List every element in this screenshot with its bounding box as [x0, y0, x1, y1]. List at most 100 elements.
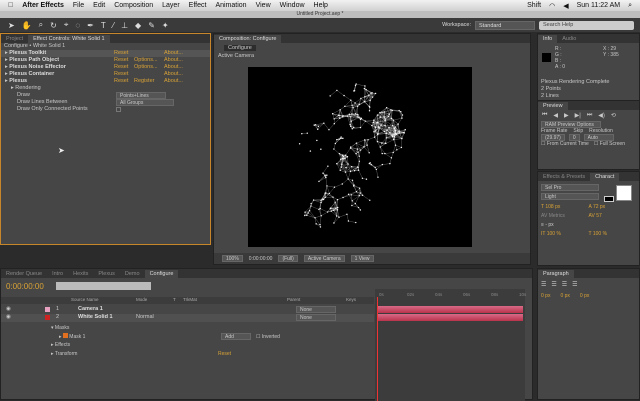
kerning-field[interactable]: AV Metrics — [541, 213, 589, 219]
tab-audio[interactable]: Audio — [557, 35, 581, 43]
comp-configure-tab[interactable]: Configure — [224, 45, 256, 51]
align-center-icon[interactable]: ☰ — [551, 281, 556, 288]
tab-info[interactable]: Info — [538, 35, 557, 43]
play-icon[interactable]: ▶ — [564, 112, 569, 119]
tab-preview[interactable]: Preview — [538, 102, 568, 110]
connected-points-checkbox[interactable] — [116, 107, 121, 112]
visibility-icon[interactable]: ◉ — [6, 306, 11, 313]
effect-reset[interactable]: Reset — [114, 64, 128, 71]
effect-row[interactable]: ▸ Plexus Container Reset About... — [1, 71, 210, 78]
last-frame-icon[interactable]: ⏭ — [587, 112, 592, 119]
indent-left-field[interactable]: 0 px — [541, 293, 550, 299]
parent-select[interactable]: None — [296, 306, 336, 313]
timeline-tab[interactable]: Plexus — [93, 270, 120, 278]
effect-reset[interactable]: Reset — [114, 71, 128, 78]
selection-tool-icon[interactable]: ➤ — [8, 21, 15, 30]
stroke-width-field[interactable]: ≡ - px — [541, 222, 589, 228]
audio-icon[interactable]: ◀) — [598, 112, 605, 119]
leading-field[interactable]: A 72 px — [589, 204, 637, 210]
vertical-scale-field[interactable]: IT 100 % — [541, 231, 589, 237]
volume-icon[interactable]: ◀ — [563, 2, 568, 10]
timeline-tab[interactable]: Configure — [145, 270, 179, 278]
indent-right-field[interactable]: 0 px — [580, 293, 589, 299]
timeline-tab[interactable]: Render Queue — [1, 270, 47, 278]
rotate-tool-icon[interactable]: ↻ — [50, 21, 57, 30]
layer-bar-camera[interactable] — [377, 306, 523, 313]
menu-composition[interactable]: Composition — [114, 2, 153, 9]
menu-view[interactable]: View — [256, 2, 271, 9]
ram-preview-select[interactable]: RAM Preview Options — [541, 121, 601, 128]
font-family-select[interactable]: Sel Pro — [541, 184, 599, 191]
menu-layer[interactable]: Layer — [162, 2, 180, 9]
pen-tool-icon[interactable]: ✒ — [87, 21, 94, 30]
search-help-input[interactable]: Search Help — [539, 21, 634, 30]
roto-tool-icon[interactable]: ✎ — [148, 21, 155, 30]
tracking-field[interactable]: AV 57 — [589, 213, 637, 219]
zoom-tool-icon[interactable]: ⌕ — [39, 20, 43, 30]
menu-window[interactable]: Window — [280, 2, 305, 9]
align-left-icon[interactable]: ☰ — [541, 281, 546, 288]
parent-select[interactable]: None — [296, 314, 336, 321]
layer-mode[interactable]: Normal — [136, 314, 154, 321]
hand-tool-icon[interactable]: ✋ — [22, 21, 32, 30]
eraser-tool-icon[interactable]: ◆ — [135, 21, 141, 30]
align-right-icon[interactable]: ☰ — [562, 281, 567, 288]
effect-row[interactable]: ▸ Plexus Reset Register About... — [1, 78, 210, 85]
effect-row[interactable]: ▸ Plexus Path Object Reset Options... Ab… — [1, 57, 210, 64]
font-size-field[interactable]: T 108 px — [541, 204, 589, 210]
camera-select[interactable]: Active Camera — [304, 255, 345, 262]
loop-icon[interactable]: ⟲ — [611, 112, 616, 119]
time-graph[interactable]: 0s02s04s06s08s10s — [375, 289, 525, 401]
menu-animation[interactable]: Animation — [215, 2, 246, 9]
effect-option[interactable]: Register — [134, 78, 154, 85]
visibility-icon[interactable]: ◉ — [6, 314, 11, 321]
effect-about[interactable]: About... — [164, 57, 183, 64]
effect-about[interactable]: About... — [164, 50, 183, 57]
puppet-tool-icon[interactable]: ✦ — [162, 21, 169, 30]
justify-icon[interactable]: ☰ — [572, 281, 577, 288]
fill-color-swatch[interactable] — [616, 185, 632, 201]
pan-behind-icon[interactable]: ◌ — [75, 21, 80, 30]
timecode[interactable]: 0:00:00:00 — [6, 282, 44, 291]
indent-first-field[interactable]: 0 px — [560, 293, 569, 299]
draw-select[interactable]: Points+Lines — [116, 92, 166, 99]
effect-reset[interactable]: Reset — [114, 78, 128, 85]
timeline-tab[interactable]: Hexits — [68, 270, 93, 278]
clock[interactable]: Sun 11:22 AM — [577, 2, 620, 10]
tab-paragraph[interactable]: Paragraph — [538, 270, 574, 278]
label-color[interactable] — [45, 315, 50, 320]
frame-rate-input[interactable]: (29.97) — [541, 134, 565, 141]
stroke-color-swatch[interactable] — [604, 196, 614, 202]
view-select[interactable]: 1 View — [351, 255, 374, 262]
layer-name[interactable]: Camera 1 — [78, 306, 103, 313]
first-frame-icon[interactable]: ⏮ — [542, 112, 547, 119]
effect-row[interactable]: ▸ Plexus Toolkit Reset About... — [1, 50, 210, 57]
transform-reset[interactable]: Reset — [218, 350, 231, 359]
layer-search-input[interactable] — [56, 282, 151, 290]
effect-option[interactable]: Options... — [134, 64, 158, 71]
spotlight-icon[interactable]: ⌕ — [628, 2, 632, 10]
timeline-tab[interactable]: Intro — [47, 270, 68, 278]
full-screen-checkbox[interactable]: ☐ Full Screen — [594, 141, 625, 147]
layer-bar-solid[interactable] — [377, 314, 523, 321]
inverted-checkbox[interactable]: ☐ Inverted — [256, 333, 280, 342]
menu-file[interactable]: File — [73, 2, 84, 9]
horizontal-scale-field[interactable]: T 100 % — [589, 231, 637, 237]
tab-effect-controls[interactable]: Effect Controls: White Solid 1 — [28, 35, 109, 43]
zoom-select[interactable]: 100% — [222, 255, 243, 262]
brush-tool-icon[interactable]: ⁄ — [113, 21, 114, 30]
tab-effects-presets[interactable]: Effects & Presets — [538, 173, 590, 181]
effects-group[interactable]: ▸ Effects — [46, 341, 376, 350]
label-color[interactable] — [45, 307, 50, 312]
masks-group[interactable]: ▾ Masks — [46, 324, 376, 333]
prev-frame-icon[interactable]: ◀ — [553, 112, 558, 119]
composition-viewer[interactable] — [248, 67, 472, 247]
status-shift[interactable]: Shift — [527, 2, 541, 10]
tab-character[interactable]: Charact — [590, 173, 619, 181]
current-time[interactable]: 0:00:00:00 — [249, 256, 273, 262]
rendering-group[interactable]: ▸ Rendering — [1, 85, 210, 92]
effect-about[interactable]: About... — [164, 64, 183, 71]
tab-composition[interactable]: Composition: Configure — [214, 35, 281, 43]
transform-group[interactable]: ▸ TransformReset — [46, 350, 376, 359]
menu-help[interactable]: Help — [314, 2, 328, 9]
